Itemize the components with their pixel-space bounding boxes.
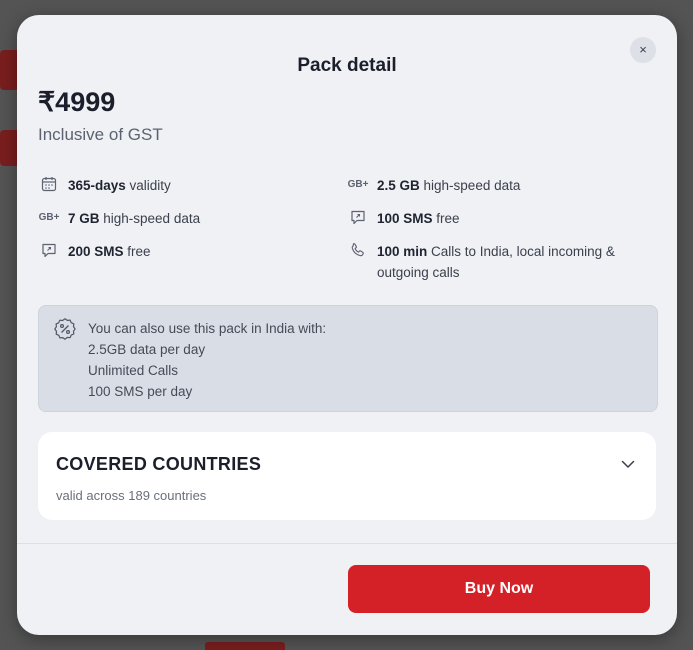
buy-now-button[interactable]: Buy Now	[348, 565, 650, 613]
discount-percent-icon	[53, 317, 77, 341]
india-usage-data: 2.5GB data per day	[88, 342, 206, 357]
india-usage-box: You can also use this pack in India with…	[38, 305, 658, 412]
feature-bold: 2.5 GB	[377, 178, 420, 193]
sms-icon	[347, 208, 369, 226]
feature-data-daily: GB+ 2.5 GB high-speed data	[347, 175, 521, 196]
price-note: Inclusive of GST	[38, 125, 163, 144]
feature-bold: 200 SMS	[68, 244, 124, 259]
feature-text: validity	[125, 178, 171, 193]
covered-countries-accordion[interactable]: COVERED COUNTRIES valid across 189 count…	[38, 432, 656, 520]
feature-calls: 100 min Calls to India, local incoming &…	[347, 241, 615, 283]
covered-countries-subtext: valid across 189 countries	[56, 488, 207, 503]
feature-bold: 100 SMS	[377, 211, 433, 226]
feature-bold: 100 min	[377, 244, 428, 259]
feature-sms-total: 200 SMS free	[38, 241, 151, 262]
feature-validity: 365-days validity	[38, 175, 171, 196]
feature-text: outgoing calls	[377, 265, 460, 280]
calendar-icon	[38, 175, 60, 193]
feature-text: free	[432, 211, 460, 226]
india-usage-intro: You can also use this pack in India with…	[88, 321, 327, 336]
india-usage-sms: 100 SMS per day	[88, 384, 193, 399]
feature-sms-abroad: 100 SMS free	[347, 208, 460, 229]
sms-icon	[38, 241, 60, 259]
india-usage-calls: Unlimited Calls	[88, 363, 179, 378]
feature-bold: 7 GB	[68, 211, 100, 226]
data-gb-icon: GB+	[38, 211, 60, 223]
feature-text: free	[123, 244, 151, 259]
chevron-down-icon[interactable]	[620, 456, 636, 472]
data-gb-icon: GB+	[347, 178, 369, 190]
footer-divider	[17, 543, 677, 544]
close-button[interactable]: ×	[630, 37, 656, 63]
pack-price: ₹4999	[38, 87, 116, 117]
feature-text: Calls to India, local incoming &	[427, 244, 615, 259]
feature-text: high-speed data	[99, 211, 201, 226]
feature-data-total: GB+ 7 GB high-speed data	[38, 208, 201, 229]
modal-title: Pack detail	[297, 55, 397, 76]
feature-text: high-speed data	[419, 178, 521, 193]
feature-bold: 365-days	[68, 178, 126, 193]
pack-detail-modal: Pack detail × ₹4999 Inclusive of GST 365…	[17, 15, 677, 635]
phone-icon	[347, 241, 369, 259]
covered-countries-heading: COVERED COUNTRIES	[56, 454, 262, 474]
background-button	[205, 642, 285, 650]
